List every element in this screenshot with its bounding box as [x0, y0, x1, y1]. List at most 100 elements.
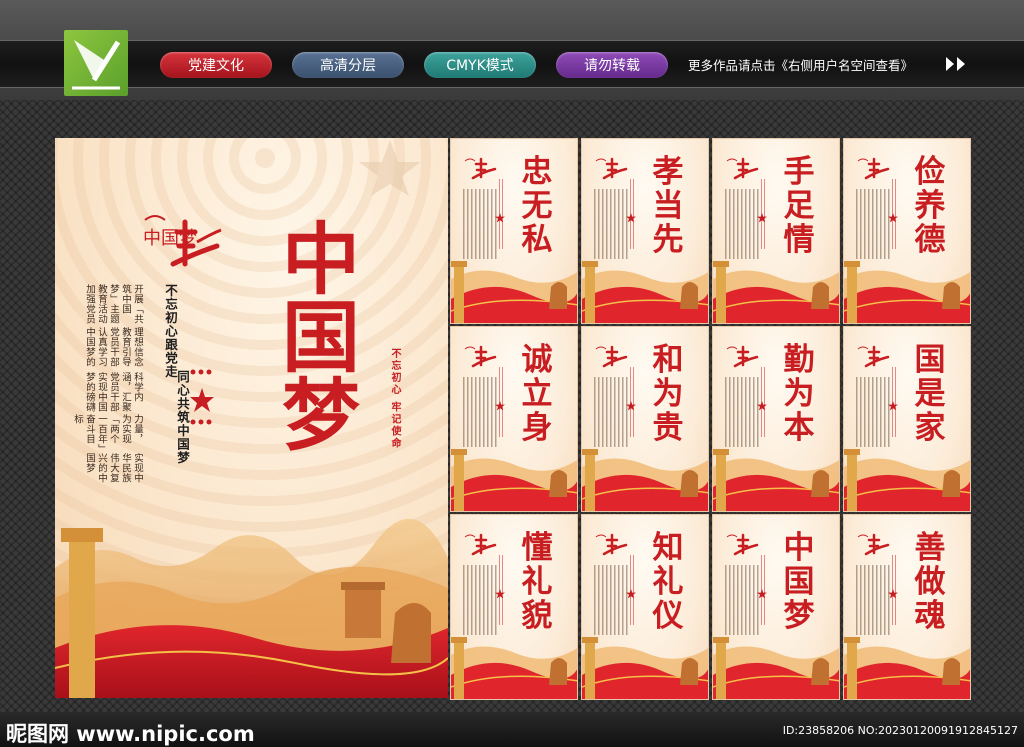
star-icon	[626, 401, 636, 411]
poster-title-char: 贵	[652, 410, 684, 446]
china-dream-logo	[857, 345, 890, 368]
poster-body-text	[856, 189, 890, 259]
star-icon	[626, 589, 636, 599]
great-wall-scene	[451, 261, 577, 323]
poster-title: 善做魂	[902, 531, 958, 633]
poster-title: 中国梦	[771, 531, 827, 633]
body-line: 实现中华民族伟大复兴的中国梦	[84, 452, 143, 483]
poster-title-char: 诚	[521, 342, 553, 378]
tag-party-culture[interactable]: 党建文化	[160, 52, 272, 78]
side-tagline: 不忘初心 牢记使命	[389, 348, 400, 450]
hero-title: 中国梦	[269, 218, 360, 452]
poster-title-char: 私	[521, 222, 553, 258]
poster-card: 孝当先	[581, 138, 709, 324]
star-icon	[757, 589, 767, 599]
china-dream-logo	[857, 157, 890, 180]
poster-title-char: 身	[521, 410, 553, 446]
china-dream-logo	[464, 345, 497, 368]
poster-title: 诚立身	[509, 343, 565, 445]
poster-body-text	[856, 565, 890, 635]
poster-title-char: 为	[652, 376, 684, 412]
poster-card: 诚立身	[450, 326, 578, 512]
star-icon	[888, 401, 898, 411]
poster-title-char: 礼	[521, 564, 553, 600]
china-dream-logo	[595, 533, 628, 556]
poster-card: 知礼仪	[581, 514, 709, 700]
tag-cmyk-mode[interactable]: CMYK模式	[424, 52, 536, 78]
poster-card: 和为贵	[581, 326, 709, 512]
great-wall-scene	[582, 637, 708, 699]
poster-card: 忠无私	[450, 138, 578, 324]
poster-title-char: 国	[783, 564, 815, 600]
china-dream-logo	[595, 157, 628, 180]
poster-title: 国是家	[902, 343, 958, 445]
star-icon	[888, 589, 898, 599]
poster-body-text	[725, 377, 759, 447]
poster-title: 勤为本	[771, 343, 827, 445]
tag-hd-layers[interactable]: 高清分层	[292, 52, 404, 78]
china-dream-logo	[464, 533, 497, 556]
poster-title-char: 先	[652, 222, 684, 258]
poster-title: 俭养德	[902, 155, 958, 257]
double-arrow-icon[interactable]	[944, 55, 970, 73]
star-icon	[495, 589, 505, 599]
poster-title-char: 当	[652, 188, 684, 224]
poster-card: 俭养德	[843, 138, 971, 324]
china-dream-logo: 中国梦	[143, 215, 222, 267]
poster-title-char: 魂	[914, 598, 946, 634]
poster-title-char: 手	[783, 154, 815, 190]
great-wall-scene	[451, 449, 577, 511]
stars-decoration	[190, 369, 214, 425]
china-dream-logo	[857, 533, 890, 556]
poster-body-text	[725, 189, 759, 259]
image-id: ID:23858206 NO:20230120091912845127	[782, 724, 1018, 737]
poster-title: 忠无私	[509, 155, 565, 257]
poster-title: 孝当先	[640, 155, 696, 257]
poster-title-char: 中	[783, 530, 815, 566]
poster-title-char: 做	[914, 564, 946, 600]
poster-body-text	[856, 377, 890, 447]
body-line: 开展「共筑中国梦」主题教育活动加强党员	[84, 284, 143, 324]
star-icon	[757, 213, 767, 223]
star-icon	[888, 213, 898, 223]
pen-logo-icon	[64, 30, 128, 96]
more-works-notice[interactable]: 更多作品请点击《右侧用户名空间查看》	[688, 55, 913, 74]
poster-body-text	[594, 377, 628, 447]
poster-card: 善做魂	[843, 514, 971, 700]
poster-card: 手足情	[712, 138, 840, 324]
poster-title-char: 家	[914, 410, 946, 446]
poster-title-char: 善	[914, 530, 946, 566]
site-watermark: 昵图网 www.nipic.com	[6, 722, 255, 746]
poster-card: 懂礼貌	[450, 514, 578, 700]
poster-title-char: 知	[652, 530, 684, 566]
great-wall-scene	[55, 518, 448, 698]
main-poster: 中国梦 开展「共筑中国梦」主题教育活动加强党员 理想信念教育引导党员干部认真学习…	[55, 138, 448, 698]
china-dream-logo	[726, 533, 759, 556]
poster-title-char: 仪	[652, 598, 684, 634]
poster-title-char: 勤	[783, 342, 815, 378]
poster-body-text	[463, 565, 497, 635]
china-dream-logo	[595, 345, 628, 368]
poster-title-char: 德	[914, 222, 946, 258]
china-dream-logo	[726, 345, 759, 368]
poster-title: 知礼仪	[640, 531, 696, 633]
tag-no-repost[interactable]: 请勿转载	[556, 52, 668, 78]
poster-title-char: 足	[783, 188, 815, 224]
poster-title-char: 立	[521, 376, 553, 412]
poster-title-char: 无	[521, 188, 553, 224]
poster-title-char: 孝	[652, 154, 684, 190]
poster-title-char: 礼	[652, 564, 684, 600]
poster-body-text	[725, 565, 759, 635]
poster-title: 和为贵	[640, 343, 696, 445]
great-wall-scene	[713, 637, 839, 699]
body-line: 力量，为实现「两个一百年」奋斗目标	[72, 414, 143, 450]
poster-title-char: 懂	[521, 530, 553, 566]
poster-body-text	[594, 189, 628, 259]
star-icon	[757, 401, 767, 411]
body-line: 科学内涵，汇聚党员干部实现中国梦的磅礴	[84, 371, 143, 412]
poster-title-char: 国	[914, 342, 946, 378]
poster-title-char: 本	[783, 410, 815, 446]
star-icon	[626, 213, 636, 223]
great-wall-scene	[844, 449, 970, 511]
china-dream-logo	[464, 157, 497, 180]
